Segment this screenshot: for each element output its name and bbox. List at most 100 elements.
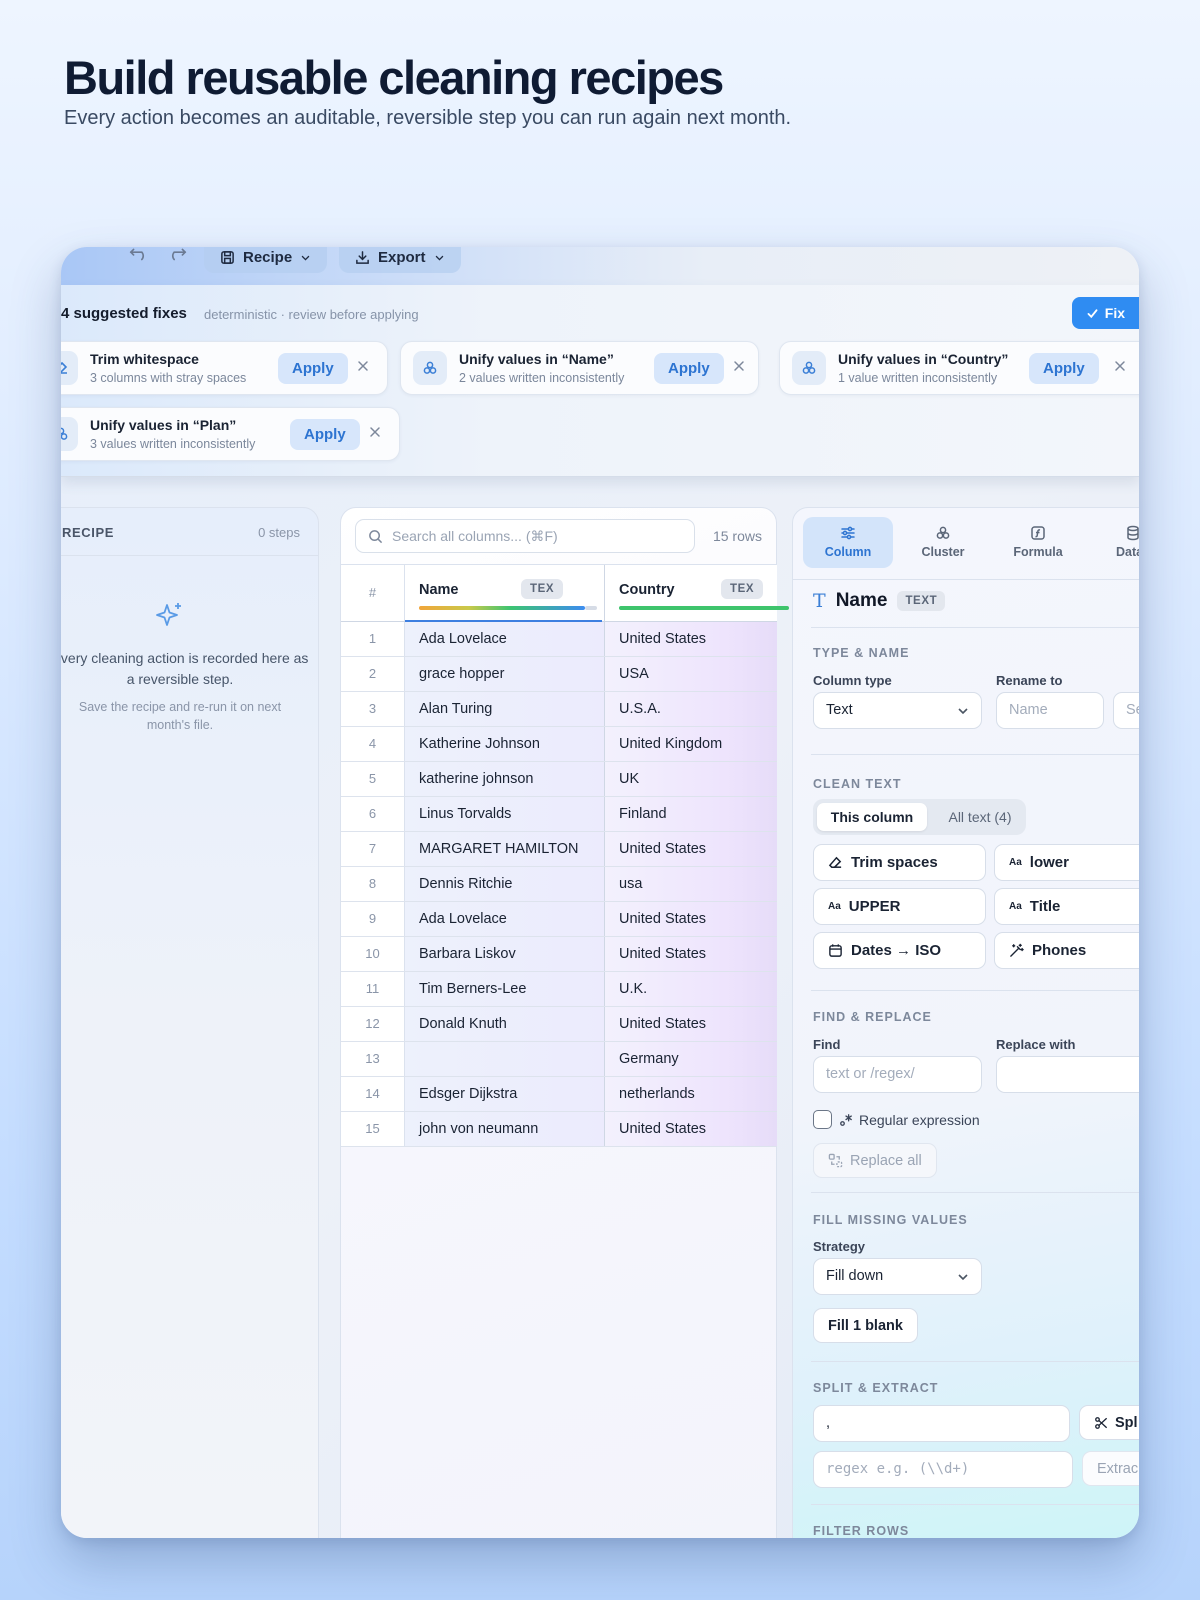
inspector-panel: Column Cluster Formula Datas T Name TEXT… (792, 507, 1139, 1538)
table-row[interactable]: 1 Ada Lovelace United States (341, 622, 777, 657)
titlecase-button[interactable]: Aa Title (994, 888, 1139, 925)
delimiter-input[interactable]: , (813, 1405, 1070, 1442)
chevron-down-icon (301, 255, 310, 260)
app-window: Recipe Export 4 suggested fixes determin… (61, 247, 1139, 1538)
fix-all-button[interactable]: Fix (1071, 297, 1139, 329)
strategy-value: Fill down (826, 1268, 884, 1284)
cell-country[interactable]: United Kingdom (605, 727, 777, 761)
table-row[interactable]: 2 grace hopper USA (341, 657, 777, 692)
cell-country[interactable]: Germany (605, 1042, 777, 1076)
close-icon[interactable] (356, 359, 370, 373)
cell-name[interactable]: Linus Torvalds (405, 797, 605, 831)
column-header-name[interactable]: Name TEX (405, 565, 605, 622)
cell-country[interactable]: USA (605, 657, 777, 691)
regex-extract-input[interactable]: regex e.g. (\\d+) (813, 1451, 1073, 1488)
find-input[interactable]: text or /regex/ (813, 1056, 982, 1093)
recipe-heading: RECIPE (62, 525, 115, 540)
cell-name[interactable]: grace hopper (405, 657, 605, 691)
cell-name[interactable]: Ada Lovelace (405, 622, 605, 656)
tab-column[interactable]: Column (803, 517, 893, 568)
cell-name[interactable] (405, 1042, 605, 1076)
replace-input[interactable] (996, 1056, 1139, 1093)
suggested-fixes-banner: 4 suggested fixes deterministic · review… (61, 285, 1139, 477)
strategy-select[interactable]: Fill down (813, 1258, 982, 1295)
phones-button[interactable]: Phones (994, 932, 1139, 969)
cell-country[interactable]: usa (605, 867, 777, 901)
cell-country[interactable]: United States (605, 1007, 777, 1041)
secondary-input[interactable]: Se (1113, 692, 1139, 729)
scope-this-column[interactable]: This column (817, 803, 927, 831)
tab-dataset[interactable]: Datas (1088, 517, 1139, 568)
row-number: 2 (341, 657, 405, 691)
replace-all-button[interactable]: Replace all (813, 1143, 937, 1178)
search-input[interactable]: Search all columns... (⌘F) (355, 519, 695, 553)
table-row[interactable]: 13 Germany (341, 1042, 777, 1077)
cell-name[interactable]: Barbara Liskov (405, 937, 605, 971)
cell-name[interactable]: Dennis Ritchie (405, 867, 605, 901)
section-clean-text: CLEAN TEXT (813, 777, 902, 791)
recipe-button[interactable]: Recipe (204, 247, 328, 273)
cell-name[interactable]: Ada Lovelace (405, 902, 605, 936)
cell-country[interactable]: United States (605, 622, 777, 656)
redo-icon[interactable] (165, 247, 187, 261)
table-row[interactable]: 9 Ada Lovelace United States (341, 902, 777, 937)
scope-all-text[interactable]: All text (4) (937, 803, 1023, 831)
scissors-icon (1095, 1416, 1107, 1429)
table-row[interactable]: 6 Linus Torvalds Finland (341, 797, 777, 832)
trim-spaces-button[interactable]: Trim spaces (813, 844, 986, 881)
table-row[interactable]: 3 Alan Turing U.S.A. (341, 692, 777, 727)
cell-name[interactable]: katherine johnson (405, 762, 605, 796)
cell-name[interactable]: Katherine Johnson (405, 727, 605, 761)
cell-name[interactable]: john von neumann (405, 1112, 605, 1146)
table-row[interactable]: 7 MARGARET HAMILTON United States (341, 832, 777, 867)
export-button[interactable]: Export (339, 247, 461, 273)
undo-icon[interactable] (129, 247, 151, 261)
regex-checkbox[interactable] (813, 1110, 832, 1129)
table-row[interactable]: 10 Barbara Liskov United States (341, 937, 777, 972)
apply-button[interactable]: Apply (654, 353, 724, 384)
cell-name[interactable]: MARGARET HAMILTON (405, 832, 605, 866)
fill-blank-button[interactable]: Fill 1 blank (813, 1308, 918, 1343)
tab-cluster[interactable]: Cluster (898, 517, 988, 568)
column-type-select[interactable]: Text (813, 692, 982, 729)
apply-button[interactable]: Apply (1029, 353, 1099, 384)
cell-country[interactable]: U.S.A. (605, 692, 777, 726)
tab-label: Column (824, 545, 872, 559)
split-button[interactable]: Spl (1079, 1405, 1139, 1440)
cell-country[interactable]: United States (605, 832, 777, 866)
cell-country[interactable]: United States (605, 902, 777, 936)
table-row[interactable]: 14 Edsger Dijkstra netherlands (341, 1077, 777, 1112)
fix-card-desc: 2 values written inconsistently (459, 371, 625, 385)
table-row[interactable]: 12 Donald Knuth United States (341, 1007, 777, 1042)
regex-checkbox-label: Regular expression (839, 1112, 980, 1128)
rename-input[interactable]: Name (996, 692, 1104, 729)
cell-country[interactable]: United States (605, 937, 777, 971)
tab-formula[interactable]: Formula (993, 517, 1083, 568)
cell-name[interactable]: Edsger Dijkstra (405, 1077, 605, 1111)
cell-country[interactable]: netherlands (605, 1077, 777, 1111)
table-row[interactable]: 11 Tim Berners-Lee U.K. (341, 972, 777, 1007)
table-row[interactable]: 15 john von neumann United States (341, 1112, 777, 1147)
cell-country[interactable]: U.K. (605, 972, 777, 1006)
dates-iso-button[interactable]: Dates → ISO (813, 932, 986, 969)
cell-country[interactable]: United States (605, 1112, 777, 1146)
table-row[interactable]: 4 Katherine Johnson United Kingdom (341, 727, 777, 762)
close-icon[interactable] (1113, 359, 1127, 373)
cell-name[interactable]: Alan Turing (405, 692, 605, 726)
apply-button[interactable]: Apply (290, 419, 360, 450)
cell-name[interactable]: Tim Berners-Lee (405, 972, 605, 1006)
close-icon[interactable] (368, 425, 382, 439)
table-row[interactable]: 5 katherine johnson UK (341, 762, 777, 797)
table-row[interactable]: 8 Dennis Ritchie usa (341, 867, 777, 902)
apply-button[interactable]: Apply (278, 353, 348, 384)
cell-country[interactable]: UK (605, 762, 777, 796)
column-header-country[interactable]: Country TEX (605, 565, 789, 621)
cell-name[interactable]: Donald Knuth (405, 1007, 605, 1041)
search-icon (369, 530, 383, 544)
close-icon[interactable] (732, 359, 746, 373)
cell-country[interactable]: Finland (605, 797, 777, 831)
column-type-badge: TEX (521, 579, 564, 599)
uppercase-button[interactable]: Aa UPPER (813, 888, 986, 925)
extract-button[interactable]: Extrac (1082, 1451, 1139, 1486)
lowercase-button[interactable]: Aa lower (994, 844, 1139, 881)
